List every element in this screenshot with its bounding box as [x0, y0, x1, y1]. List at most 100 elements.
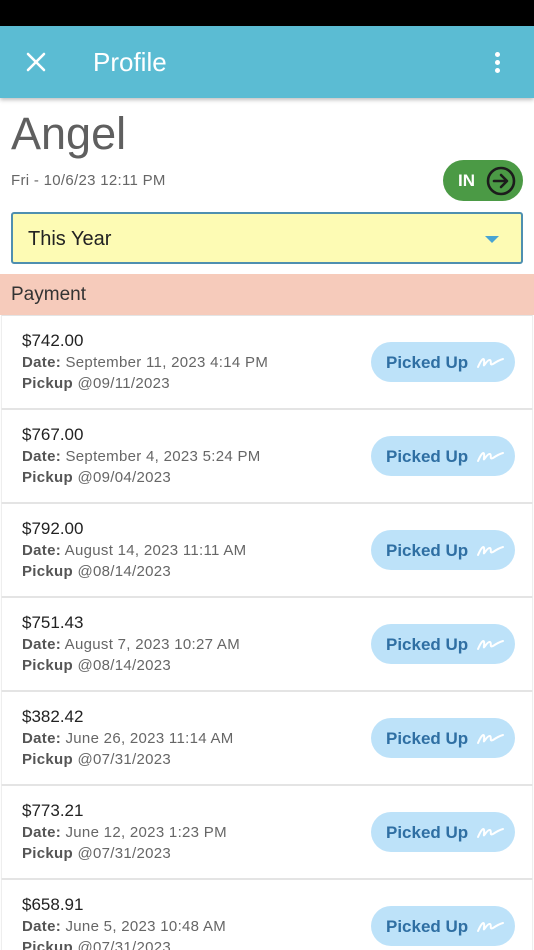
payment-list-item[interactable]: $792.00 Date: August 14, 2023 11:11 AM P…	[1, 503, 533, 597]
signature-icon	[477, 734, 504, 744]
date-label: Date:	[22, 354, 62, 371]
system-status-bar	[0, 0, 534, 26]
payment-date-line: Date: August 7, 2023 10:27 AM	[22, 636, 240, 653]
close-button[interactable]	[18, 44, 54, 80]
signature-icon	[477, 358, 504, 368]
picked-up-button[interactable]: Picked Up	[371, 906, 515, 946]
period-filter-value: This Year	[28, 228, 112, 250]
payment-amount: $742.00	[22, 331, 84, 350]
date-label: Date:	[22, 636, 62, 653]
at-sign: @	[77, 657, 93, 674]
payment-date: September 11, 2023 4:14 PM	[65, 354, 269, 371]
date-label: Date:	[22, 730, 62, 747]
status-label: Picked Up	[386, 635, 469, 654]
payment-list-item[interactable]: $382.42 Date: June 26, 2023 11:14 AM Pic…	[1, 691, 533, 785]
payment-amount: $767.00	[22, 425, 84, 444]
period-filter-dropdown[interactable]: This Year	[11, 212, 523, 264]
payment-pickup-line: Pickup @09/04/2023	[22, 469, 171, 486]
payment-list-item[interactable]: $767.00 Date: September 4, 2023 5:24 PM …	[1, 409, 533, 503]
clock-in-status-toggle[interactable]: IN	[443, 160, 523, 201]
payment-list[interactable]: $742.00 Date: September 11, 2023 4:14 PM…	[0, 315, 534, 950]
date-label: Date:	[22, 448, 62, 465]
overflow-menu-button[interactable]	[484, 44, 512, 80]
payment-date: August 14, 2023 11:11 AM	[64, 542, 247, 559]
payment-pickup-line: Pickup @07/31/2023	[22, 845, 171, 862]
pickup-date: 07/31/2023	[92, 751, 172, 768]
payment-date: June 5, 2023 10:48 AM	[65, 918, 227, 935]
payment-amount: $792.00	[22, 519, 84, 538]
clock-in-status-label: IN	[458, 171, 475, 190]
payment-pickup-line: Pickup @09/11/2023	[22, 375, 170, 392]
page-title: Profile	[93, 47, 167, 77]
status-label: Picked Up	[386, 823, 469, 842]
pickup-label: Pickup	[22, 563, 73, 580]
payment-date-line: Date: June 12, 2023 1:23 PM	[22, 824, 227, 841]
signature-icon	[477, 546, 504, 556]
payment-amount: $751.43	[22, 613, 84, 632]
more-vertical-icon-dot	[495, 68, 500, 73]
payment-list-item[interactable]: $751.43 Date: August 7, 2023 10:27 AM Pi…	[1, 597, 533, 691]
payment-date-line: Date: June 5, 2023 10:48 AM	[22, 918, 226, 935]
picked-up-button[interactable]: Picked Up	[371, 342, 515, 382]
payment-date-line: Date: September 11, 2023 4:14 PM	[22, 354, 268, 371]
at-sign: @	[77, 845, 93, 862]
date-label: Date:	[22, 542, 62, 559]
payment-date: September 4, 2023 5:24 PM	[65, 448, 261, 465]
picked-up-button[interactable]: Picked Up	[371, 624, 515, 664]
payment-pickup-line: Pickup @08/14/2023	[22, 657, 171, 674]
app-bar: Profile	[0, 26, 534, 98]
pickup-label: Pickup	[22, 375, 73, 392]
at-sign: @	[77, 751, 93, 768]
payment-pickup-line: Pickup @07/31/2023	[22, 751, 171, 768]
payment-date: June 12, 2023 1:23 PM	[65, 824, 227, 841]
picked-up-button[interactable]: Picked Up	[371, 718, 515, 758]
payment-pickup-line: Pickup @08/14/2023	[22, 563, 171, 580]
payment-amount: $382.42	[22, 707, 84, 726]
picked-up-button[interactable]: Picked Up	[371, 812, 515, 852]
date-label: Date:	[22, 918, 62, 935]
pickup-date: 08/14/2023	[92, 563, 172, 580]
payment-date: June 26, 2023 11:14 AM	[65, 730, 234, 747]
picked-up-button[interactable]: Picked Up	[371, 530, 515, 570]
signature-icon	[477, 828, 504, 838]
pickup-label: Pickup	[22, 657, 73, 674]
payment-amount: $658.91	[22, 895, 84, 914]
status-label: Picked Up	[386, 447, 469, 466]
payment-date-line: Date: August 14, 2023 11:11 AM	[22, 542, 246, 559]
signature-icon	[477, 452, 504, 462]
payment-list-item[interactable]: $658.91 Date: June 5, 2023 10:48 AM Pick…	[1, 879, 533, 950]
close-icon	[26, 52, 46, 72]
pickup-date: 08/14/2023	[92, 657, 172, 674]
payment-pickup-line: Pickup @07/31/2023	[22, 939, 171, 950]
at-sign: @	[77, 563, 93, 580]
status-label: Picked Up	[386, 729, 469, 748]
pickup-date: 09/04/2023	[92, 469, 172, 486]
status-label: Picked Up	[386, 917, 469, 936]
arrow-right-circle-icon	[486, 166, 516, 196]
chevron-down-icon	[485, 236, 499, 243]
pickup-label: Pickup	[22, 469, 73, 486]
pickup-date: 07/31/2023	[92, 939, 172, 950]
profile-name: Angel	[11, 108, 127, 159]
status-label: Picked Up	[386, 353, 469, 372]
pickup-label: Pickup	[22, 845, 73, 862]
signature-icon	[477, 922, 504, 932]
picked-up-button[interactable]: Picked Up	[371, 436, 515, 476]
payment-date: August 7, 2023 10:27 AM	[64, 636, 241, 653]
more-vertical-icon	[495, 52, 500, 57]
pickup-label: Pickup	[22, 751, 73, 768]
payment-list-item[interactable]: $773.21 Date: June 12, 2023 1:23 PM Pick…	[1, 785, 533, 879]
more-vertical-icon-dot	[495, 60, 500, 65]
pickup-date: 09/11/2023	[92, 375, 170, 392]
payment-section-header: Payment	[0, 274, 534, 315]
payment-list-item[interactable]: $742.00 Date: September 11, 2023 4:14 PM…	[1, 315, 533, 409]
at-sign: @	[77, 375, 93, 392]
payment-date-line: Date: September 4, 2023 5:24 PM	[22, 448, 261, 465]
profile-datetime: Fri - 10/6/23 12:11 PM	[11, 172, 166, 189]
payment-date-line: Date: June 26, 2023 11:14 AM	[22, 730, 234, 747]
payment-amount: $773.21	[22, 801, 84, 820]
section-title: Payment	[11, 284, 86, 305]
at-sign: @	[77, 939, 93, 950]
at-sign: @	[77, 469, 93, 486]
status-label: Picked Up	[386, 541, 469, 560]
